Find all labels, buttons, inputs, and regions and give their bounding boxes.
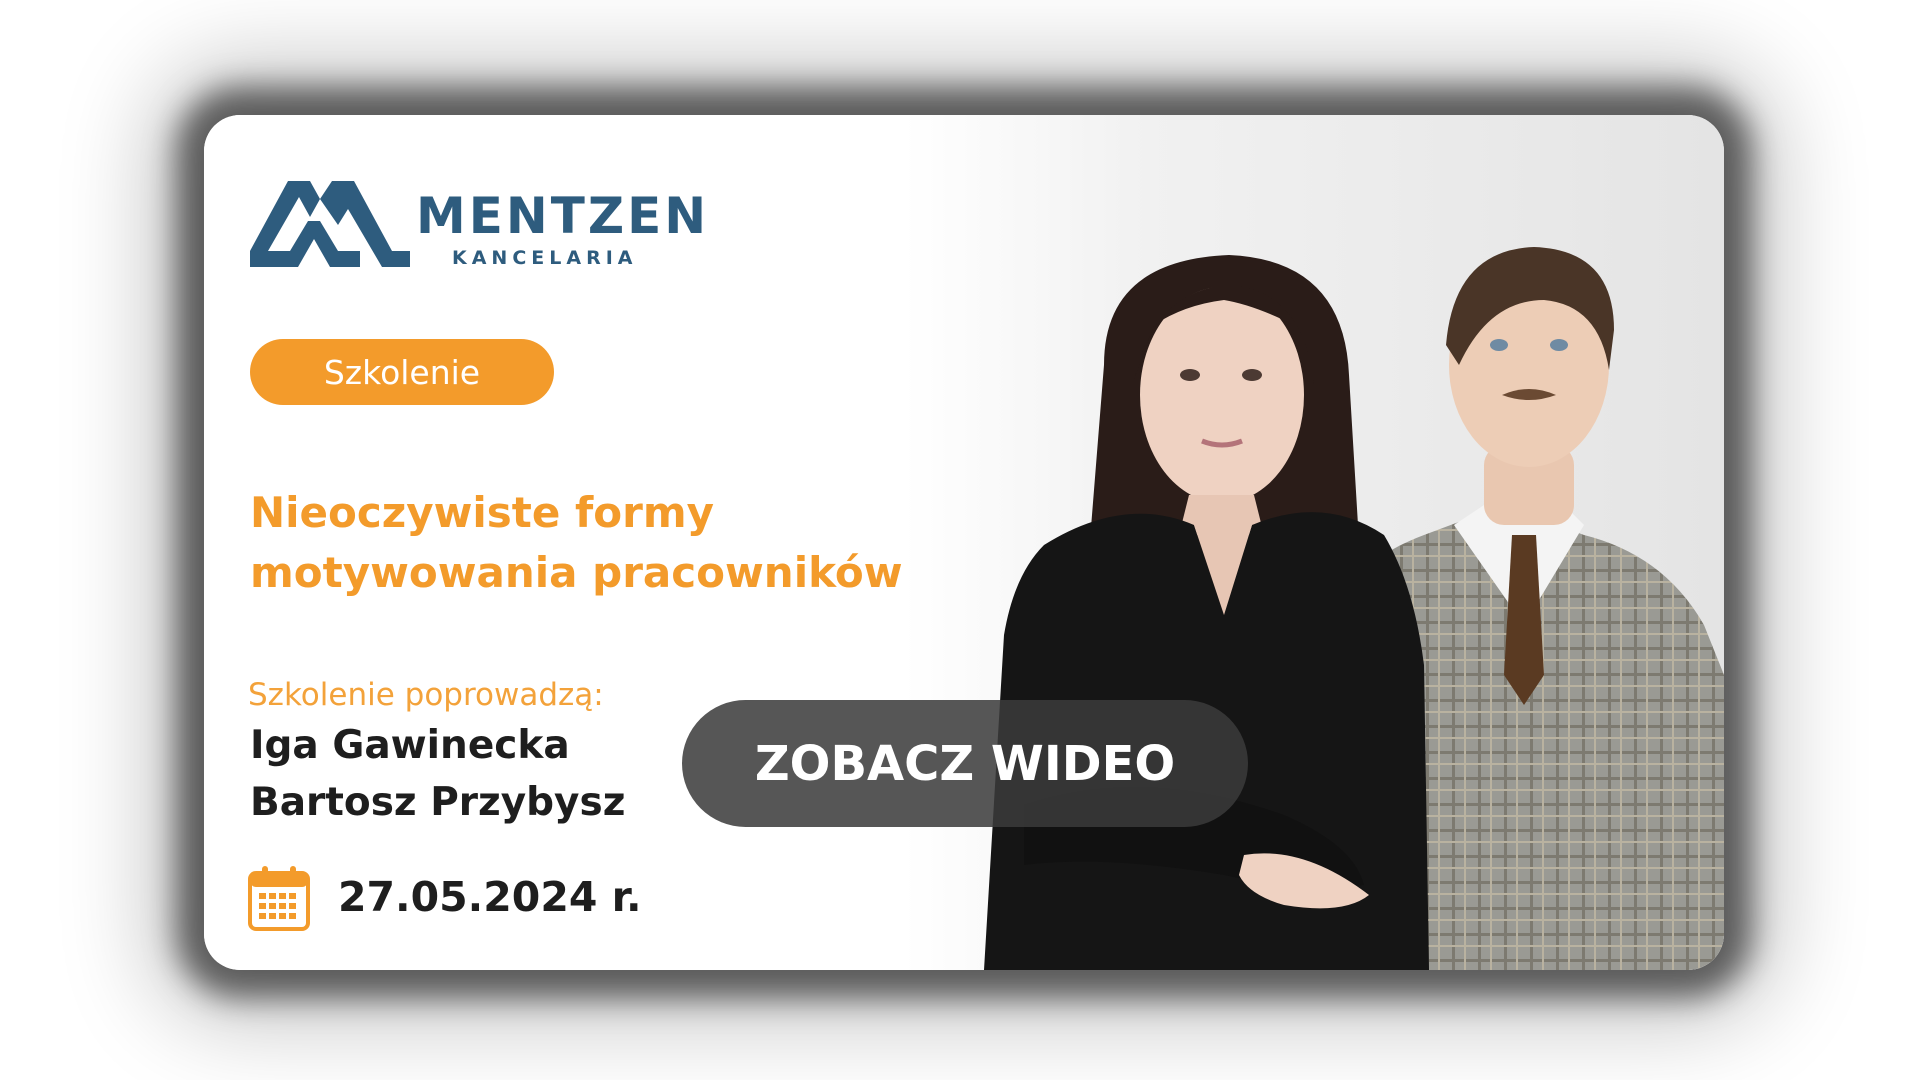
host-name: Iga Gawinecka [250, 723, 570, 768]
mentzen-logo: MENTZEN KANCELARIA [250, 181, 710, 271]
logo-name: MENTZEN [416, 187, 710, 245]
calendar-icon [248, 866, 310, 931]
logo-subtitle: KANCELARIA [452, 247, 638, 269]
webinar-card[interactable]: MENTZEN KANCELARIA Szkolenie Nieoczywist… [204, 115, 1724, 970]
watch-video-button[interactable]: ZOBACZ WIDEO [682, 700, 1248, 827]
presenters-photo [984, 247, 1724, 970]
host-name: Bartosz Przybysz [250, 780, 626, 825]
hosts-label: Szkolenie poprowadzą: [248, 677, 604, 713]
stage: MENTZEN KANCELARIA Szkolenie Nieoczywist… [0, 0, 1920, 1080]
event-title: Nieoczywiste formy motywowania pracownik… [250, 483, 970, 603]
event-date: 27.05.2024 r. [338, 873, 642, 921]
event-title-line-1: Nieoczywiste formy [250, 488, 714, 537]
mountain-logo-icon [250, 181, 410, 267]
category-badge: Szkolenie [250, 339, 554, 405]
event-title-line-2: motywowania pracowników [250, 548, 903, 597]
